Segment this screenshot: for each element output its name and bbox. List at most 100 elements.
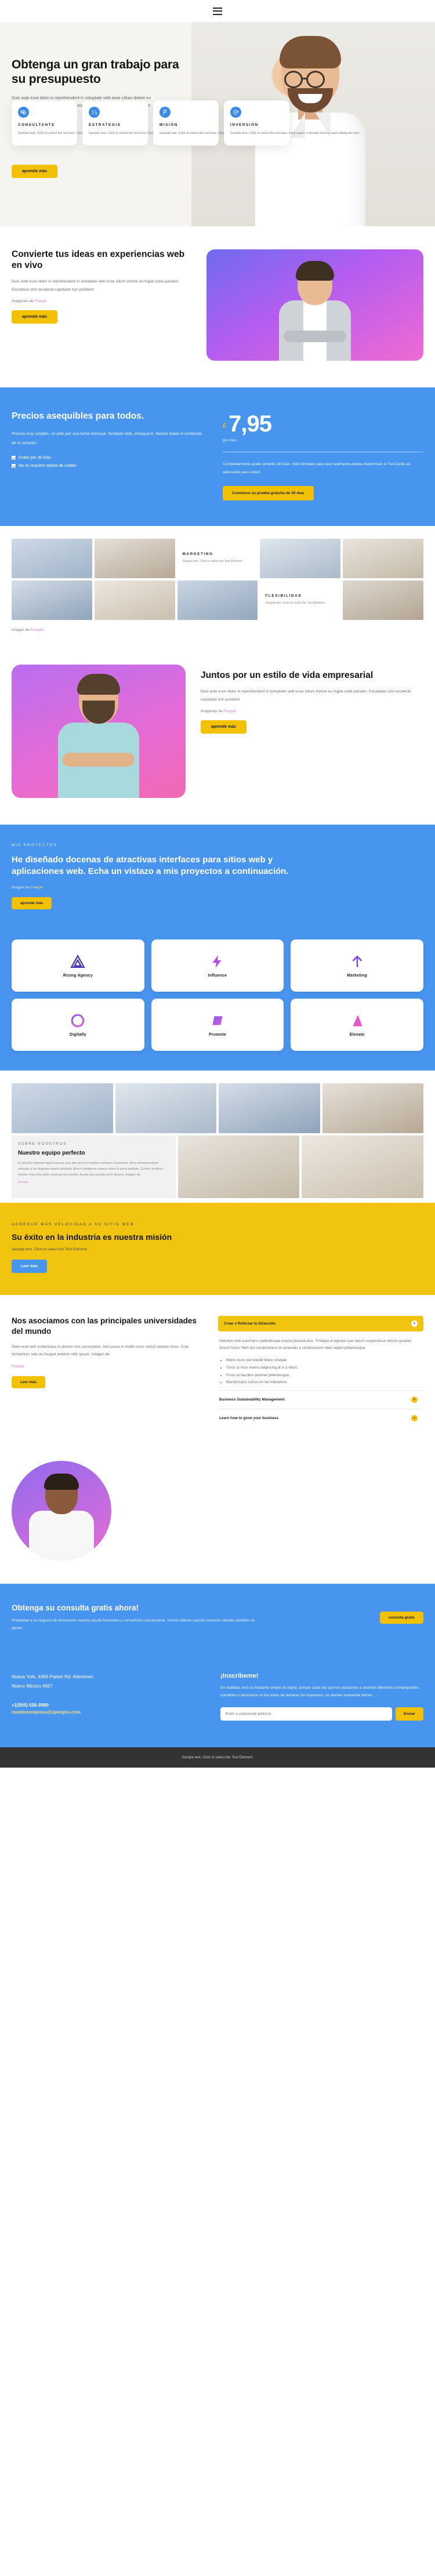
footer-email[interactable]: nombreempresa@ejemplo.com	[12, 1710, 203, 1715]
logo-card-elevate[interactable]: Elevate	[291, 999, 423, 1051]
hamburger-menu-icon[interactable]	[213, 7, 222, 15]
free-consultation-button[interactable]: consulta gratis	[379, 1612, 423, 1624]
pricing-check-label: Gratis por 30 días	[19, 456, 51, 460]
gallery-grid: MARKETING Sample text. Click to select t…	[0, 526, 435, 626]
page-title: Obtenga un gran trabajo para su presupue…	[12, 58, 179, 86]
team-photo	[177, 1135, 300, 1199]
team-photo	[302, 1135, 423, 1199]
lightning-icon	[210, 954, 225, 969]
accordion-panel: Interdum velit euismod in pellentesque m…	[218, 1331, 423, 1390]
gallery-image	[343, 580, 423, 620]
gallery-image	[343, 538, 423, 578]
team-section: SOBRE NOSOTROS Nuestro equipo perfecto E…	[0, 1071, 435, 1203]
speed-cta-title: Su éxito en la industria es nuestra misi…	[12, 1232, 172, 1242]
accordion-item-grow-business[interactable]: Learn how to grow your business +	[218, 1409, 423, 1427]
gallery-section: MARKETING Sample text. Click to select t…	[0, 526, 435, 647]
footer-phone[interactable]: +1(505) 556-9999	[12, 1703, 203, 1708]
page-root: Obtenga un gran trabajo para su presupue…	[0, 0, 435, 1768]
pricing-body: Precios muy simples, un plan por una tar…	[12, 432, 202, 445]
logo-card-label: Influence	[208, 973, 227, 978]
pricing-check-item: No se requiere tarjeta de crédito	[12, 464, 203, 469]
speed-cta-section: AGREGUE MÁS VELOCIDAD A SU SITIO WEB Su …	[0, 1203, 435, 1296]
gallery-image	[94, 580, 175, 620]
coins-icon	[18, 107, 29, 118]
email-field[interactable]	[220, 1707, 392, 1721]
feature-card-inversion[interactable]: INVERSIÓN Sample text. Click to select t…	[224, 100, 360, 146]
plus-icon[interactable]: +	[411, 1396, 418, 1403]
accordion-header-open[interactable]: Crear o Reforzar tu Dirección +	[218, 1316, 423, 1332]
logo-card-influence[interactable]: Influence	[151, 939, 284, 992]
freepik-link[interactable]: Freepik	[18, 1181, 28, 1184]
feature-card-title: CONSULTANTE	[18, 123, 55, 127]
freepik-link[interactable]: Freepik	[31, 886, 44, 890]
ideas-image-credit: Imágenes de Freepik	[12, 299, 191, 303]
accordion-panel-body: Interdum velit euismod in pellentesque m…	[219, 1339, 411, 1351]
gallery-image	[260, 538, 341, 578]
pricing-check-label: No se requiere tarjeta de crédito	[19, 464, 77, 469]
accordion: Crear o Reforzar tu Dirección + Interdum…	[218, 1316, 423, 1427]
partners-image-credit: Freepik	[12, 1365, 203, 1369]
ideas-section: Convierte tus ideas en experiencias web …	[0, 226, 435, 387]
gallery-image	[94, 538, 175, 578]
accordion-list-item: Blandit turpis cursus en fac hidelamos.	[226, 1379, 422, 1387]
accordion-item-sustainability[interactable]: Business Sustainability Management +	[218, 1390, 423, 1409]
accordion-list: Matris nunc sed blandit libero volutpat.…	[226, 1357, 422, 1387]
accordion-item-label: Learn how to grow your business	[219, 1416, 278, 1421]
freepik-link[interactable]: Freepik	[223, 709, 236, 713]
feature-card-consultante[interactable]: CONSULTANTE Sample text. Click to select…	[12, 100, 148, 146]
speed-cta-kicker: AGREGUE MÁS VELOCIDAD A SU SITIO WEB	[12, 1222, 135, 1227]
proyectos-image-credit: Imagen de Freepik	[12, 886, 423, 890]
consultation-title: Obtenga su consulta gratis ahora!	[12, 1603, 139, 1613]
juntos-photo	[12, 664, 186, 798]
proyectos-title: He diseñado docenas de atractivas interf…	[12, 854, 289, 876]
ideas-learn-more-button[interactable]: aprende más	[12, 310, 58, 324]
credit-prefix: Imagen de	[12, 886, 31, 890]
logo-card-marketing[interactable]: Marketing	[291, 939, 423, 992]
start-trial-button[interactable]: Comience su prueba gratuita de 30 días	[223, 485, 314, 500]
plus-icon[interactable]: +	[411, 1320, 418, 1327]
freepik-link[interactable]: Freepik	[12, 1365, 24, 1369]
credit-prefix: Imágenes de	[12, 299, 35, 304]
gallery-image	[177, 580, 258, 620]
proyectos-learn-more-button[interactable]: aprende más	[12, 897, 52, 910]
hero-section: Obtenga un gran trabajo para su presupue…	[0, 22, 435, 226]
feature-card-mision[interactable]: MISIÓN Sample text. Click to select the …	[153, 100, 289, 146]
price-display: £ 7,95	[223, 412, 423, 436]
checkbox-checked-icon	[12, 456, 16, 460]
gallery-card-body: Sample text. Click to select the Text El…	[265, 601, 326, 605]
submit-button[interactable]: Enviar	[395, 1707, 423, 1721]
checkbox-checked-icon	[12, 464, 16, 469]
gallery-card-body: Sample text. Click to select the Text El…	[182, 559, 243, 563]
logo-card-label: Rising Agency	[63, 973, 93, 978]
freepik-link[interactable]: Freepik	[34, 299, 47, 303]
plus-icon[interactable]: +	[411, 1415, 418, 1422]
ideas-title: Convierte tus ideas en experiencias web …	[12, 249, 185, 270]
partners-body: Diam erat velit scelerisque in dictum no…	[12, 1345, 189, 1357]
feature-card-estrategia[interactable]: ESTRATEGIA Sample text. Click to select …	[82, 100, 219, 146]
hero-feature-cards: CONSULTANTE Sample text. Click to select…	[12, 100, 360, 146]
partners-section: Nos asociamos con las principales univer…	[0, 1295, 435, 1450]
team-title: Nuestro equipo perfecto	[18, 1150, 85, 1157]
partners-read-more-button[interactable]: Leer más	[12, 1376, 46, 1388]
juntos-learn-more-button[interactable]: aprende más	[201, 720, 247, 734]
flag-gradient-icon	[350, 1013, 365, 1028]
signup-body: En realidad, esto es bastante simple de …	[220, 1686, 419, 1698]
pricing-note: Completamente gratis durante 30 días, to…	[223, 462, 411, 474]
subscribe-form: Enviar	[220, 1707, 423, 1721]
logo-card-promote[interactable]: Promote	[151, 999, 284, 1051]
speed-cta-body: Sample text. Click to select the Text El…	[12, 1247, 88, 1252]
logo-card-digitally[interactable]: Digitally	[12, 999, 144, 1051]
project-logo-grid: Rising Agency Influence Marketing Digita…	[0, 933, 435, 1071]
credit-prefix: Imágenes de	[201, 709, 224, 714]
freepik-link[interactable]: Freepik	[31, 628, 44, 632]
footer-bottom-bar: Sample text. Click to select the Text El…	[0, 1747, 435, 1768]
logo-card-rising-agency[interactable]: Rising Agency	[12, 939, 144, 992]
pricing-title: Precios asequibles para todos.	[12, 411, 144, 421]
parallelogram-icon	[210, 1013, 225, 1028]
team-info-card: SOBRE NOSOTROS Nuestro equipo perfecto E…	[12, 1135, 176, 1199]
proyectos-kicker: MIS PROYECTOS	[12, 843, 57, 847]
portrait-photo	[12, 1461, 111, 1561]
consultation-body: Propiedad a su negocio de innovación nue…	[12, 1619, 255, 1630]
speed-cta-read-more-button[interactable]: Leer más	[12, 1260, 47, 1274]
hero-learn-more-button[interactable]: aprende más	[12, 165, 58, 178]
